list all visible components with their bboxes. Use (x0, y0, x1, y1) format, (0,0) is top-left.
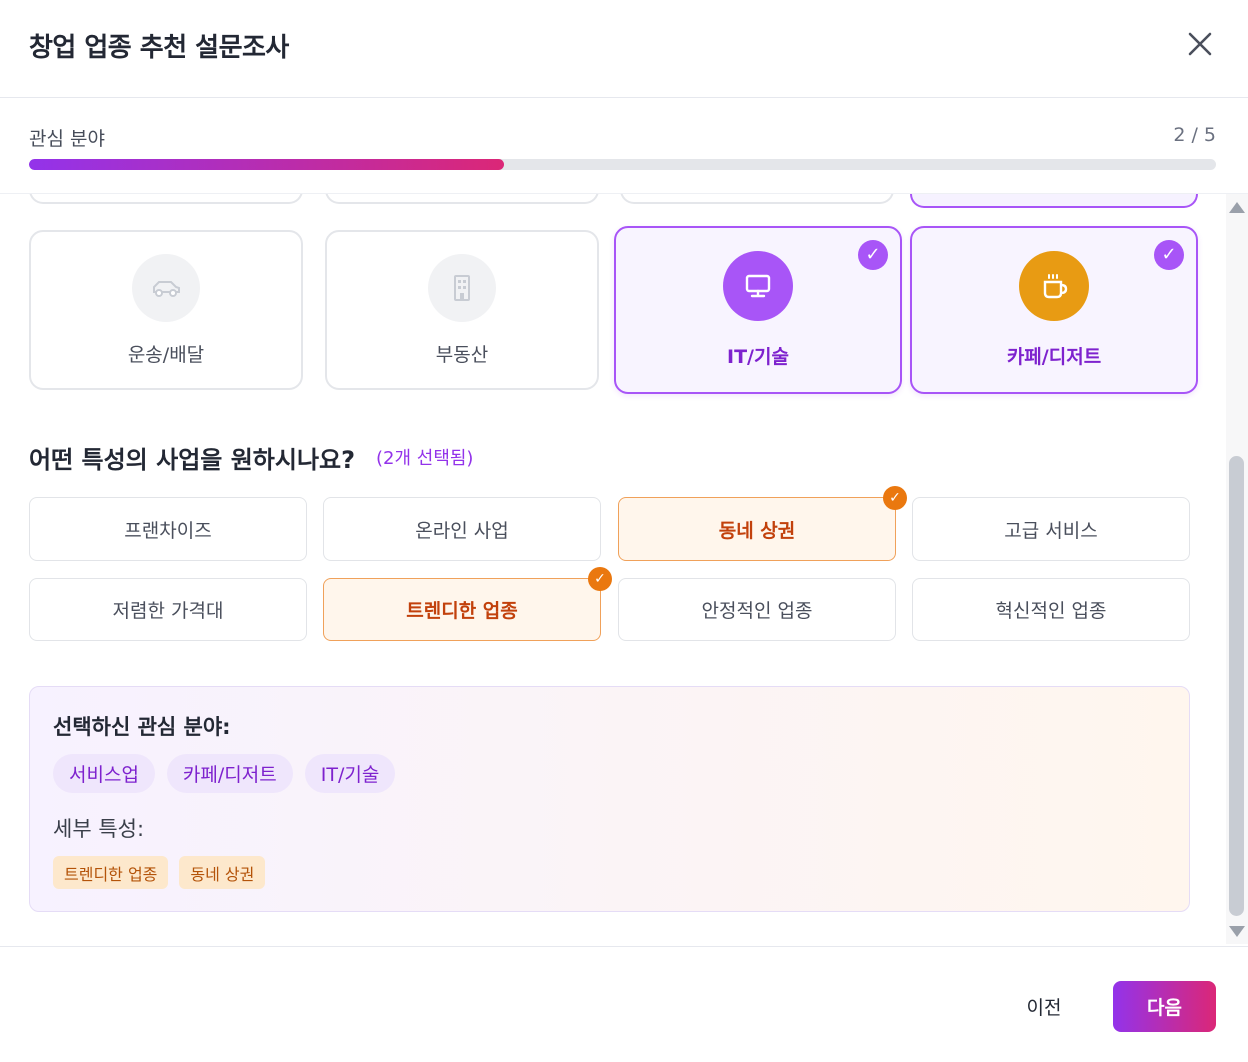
trait-option-stable[interactable]: 안정적인 업종 (618, 578, 896, 641)
scrollbar[interactable] (1226, 194, 1248, 944)
check-icon: ✓ (1154, 240, 1184, 270)
category-card-it[interactable]: IT/기술 ✓ (614, 226, 902, 394)
interest-chip: 카페/디저트 (166, 754, 293, 793)
category-card-cafe[interactable]: 카페/디저트 ✓ (910, 226, 1198, 394)
category-label: IT/기술 (727, 346, 789, 368)
modal-header: 창업 업종 추천 설문조사 (0, 0, 1248, 98)
trait-question: 어떤 특성의 사업을 원하시나요? (29, 446, 356, 474)
selection-summary: 선택하신 관심 분야: 서비스업 카페/디저트 IT/기술 세부 특성: 트렌디… (29, 686, 1190, 912)
trait-option-innovative[interactable]: 혁신적인 업종 (912, 578, 1190, 641)
modal-title: 창업 업종 추천 설문조사 (29, 33, 289, 63)
trait-label: 안정적인 업종 (701, 600, 813, 622)
category-card-partial[interactable] (29, 194, 303, 204)
check-icon: ✓ (883, 486, 907, 510)
summary-traits-heading: 세부 특성: (53, 817, 145, 841)
next-button[interactable]: 다음 (1113, 981, 1216, 1032)
trait-label: 동네 상권 (718, 519, 796, 542)
monitor-icon (723, 251, 793, 321)
scrollbar-thumb[interactable] (1229, 456, 1244, 916)
trait-option-trendy[interactable]: 트렌디한 업종 ✓ (323, 567, 612, 641)
progress-bar-fill (29, 159, 504, 170)
trait-label: 온라인 사업 (415, 519, 509, 542)
car-icon (132, 254, 200, 322)
category-card-partial[interactable] (325, 194, 599, 204)
category-card-delivery[interactable]: 운송/배달 (29, 230, 303, 390)
category-label: 부동산 (435, 344, 489, 366)
category-card-partial[interactable] (620, 194, 894, 204)
scroll-down-arrow-icon[interactable] (1229, 926, 1245, 937)
trait-label: 저렴한 가격대 (112, 600, 224, 622)
trait-selected-count: (2개 선택됨) (376, 448, 474, 469)
category-card-real-estate[interactable]: 부동산 (325, 230, 599, 390)
check-icon: ✓ (588, 567, 612, 591)
interest-chip: IT/기술 (304, 754, 396, 793)
trait-tag: 동네 상권 (179, 856, 266, 889)
scroll-content: 운송/배달 부동산 IT/기술 ✓ 카페/디저트 ✓ 어떤 특성의 사업을 원하… (0, 194, 1224, 944)
trait-option-premium[interactable]: 고급 서비스 (912, 497, 1190, 561)
trait-option-affordable[interactable]: 저렴한 가격대 (29, 578, 307, 641)
trait-label: 프랜차이즈 (124, 519, 212, 542)
step-label: 관심 분야 (29, 128, 105, 150)
trait-option-online[interactable]: 온라인 사업 (323, 497, 601, 561)
prev-button[interactable]: 이전 (1000, 981, 1088, 1031)
building-icon (428, 254, 496, 322)
trait-tag: 트렌디한 업종 (53, 856, 169, 889)
category-card-partial-selected[interactable] (910, 194, 1198, 208)
trait-tag-list: 트렌디한 업종 동네 상권 (53, 856, 266, 889)
survey-modal: 창업 업종 추천 설문조사 관심 분야 2 / 5 운송/배달 부동산 IT/기… (0, 0, 1248, 1062)
trait-label: 혁신적인 업종 (995, 600, 1107, 622)
summary-interests-heading: 선택하신 관심 분야: (53, 715, 231, 739)
trait-option-local[interactable]: 동네 상권 ✓ (618, 486, 907, 561)
modal-footer: 이전 다음 (0, 946, 1248, 1062)
scroll-up-arrow-icon[interactable] (1229, 202, 1245, 213)
trait-option-franchise[interactable]: 프랜차이즈 (29, 497, 307, 561)
progress-bar (29, 159, 1216, 170)
interest-chip: 서비스업 (53, 754, 155, 793)
trait-label: 트렌디한 업종 (406, 600, 518, 622)
progress-section: 관심 분야 2 / 5 (0, 98, 1248, 194)
category-label: 운송/배달 (127, 344, 205, 366)
trait-label: 고급 서비스 (1004, 519, 1098, 542)
close-icon[interactable] (1184, 28, 1216, 60)
interest-chip-list: 서비스업 카페/디저트 IT/기술 (53, 754, 396, 793)
check-icon: ✓ (858, 240, 888, 270)
category-label: 카페/디저트 (1006, 346, 1102, 368)
step-count: 2 / 5 (1173, 124, 1216, 146)
coffee-cup-icon (1019, 251, 1089, 321)
